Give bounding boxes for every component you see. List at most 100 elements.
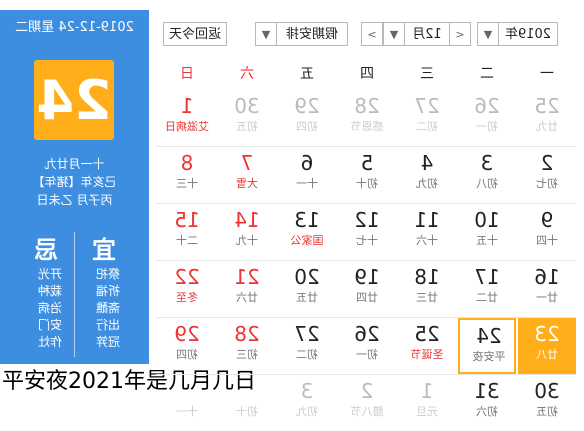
- day-cell[interactable]: 17 廿二: [458, 261, 516, 317]
- day-lunar-label: 冬至: [176, 291, 198, 304]
- next-month-icon[interactable]: >: [361, 22, 383, 46]
- day-number: 4: [420, 151, 434, 175]
- day-cell[interactable]: 28 感恩节: [338, 90, 396, 146]
- day-cell[interactable]: 13 国家公: [278, 204, 336, 260]
- month-dropdown-icon[interactable]: ▼: [383, 22, 405, 46]
- day-lunar-label: 十三: [176, 177, 198, 190]
- day-lunar-label: 初八: [476, 177, 498, 190]
- prev-month-icon[interactable]: <: [449, 22, 471, 46]
- day-cell[interactable]: 27 初二: [278, 318, 336, 374]
- weekday-header: 一 二 三 四 五 六 日: [156, 60, 576, 88]
- day-number: 20: [294, 265, 320, 289]
- day-number: 14: [234, 208, 260, 232]
- day-lunar-label: 腊八节: [350, 405, 384, 418]
- day-number: 12: [354, 208, 380, 232]
- day-cell[interactable]: 24 平安夜: [458, 318, 516, 374]
- year-dropdown-icon[interactable]: ▼: [477, 22, 499, 46]
- day-cell[interactable]: 11 十六: [398, 204, 456, 260]
- day-lunar-label: 廿八: [536, 348, 558, 361]
- day-cell[interactable]: 16 廿一: [518, 261, 576, 317]
- row-divider: [156, 203, 576, 204]
- day-number: 8: [180, 151, 194, 175]
- day-cell[interactable]: 8 十三: [158, 147, 216, 203]
- day-cell[interactable]: 18 廿三: [398, 261, 456, 317]
- day-number: 22: [174, 265, 200, 289]
- day-number: 26: [354, 322, 380, 346]
- day-cell[interactable]: 5 初十: [338, 147, 396, 203]
- weekday-sat: 六: [240, 66, 254, 82]
- day-lunar-label: 十九: [236, 234, 258, 247]
- day-cell[interactable]: 21 廿六: [218, 261, 276, 317]
- day-lunar-label: 初六: [476, 405, 498, 418]
- day-cell[interactable]: 12 十七: [338, 204, 396, 260]
- month-select[interactable]: 12月: [404, 22, 450, 46]
- day-lunar-label: 十六: [416, 234, 438, 247]
- day-lunar-label: 十一: [176, 405, 198, 418]
- day-cell[interactable]: 23 廿八: [518, 318, 576, 374]
- day-cell[interactable]: 31 初六: [458, 375, 516, 431]
- day-cell[interactable]: 9 十四: [518, 204, 576, 260]
- day-cell[interactable]: 1 元旦: [398, 375, 456, 431]
- holiday-dropdown-icon[interactable]: ▼: [255, 22, 277, 46]
- day-cell[interactable]: 22 冬至: [158, 261, 216, 317]
- row-divider: [156, 317, 576, 318]
- day-cell[interactable]: 3 初九: [278, 375, 336, 431]
- year-select[interactable]: 2019年: [498, 22, 558, 46]
- weekday-wed: 三: [420, 66, 434, 82]
- day-cell[interactable]: 25 圣诞节: [398, 318, 456, 374]
- day-lunar-label: 初四: [176, 348, 198, 361]
- day-cell[interactable]: 26 初一: [338, 318, 396, 374]
- day-cell[interactable]: 29 初四: [278, 90, 336, 146]
- day-lunar-label: 元旦: [416, 405, 438, 418]
- day-lunar-label: 初五: [236, 120, 258, 133]
- day-cell[interactable]: 27 初二: [398, 90, 456, 146]
- day-cell[interactable]: 15 二十: [158, 204, 216, 260]
- yi-list: 祭祀 祈福 斋醮 出行 冠笄: [88, 266, 128, 351]
- today-button[interactable]: 返回今天: [163, 22, 227, 46]
- day-lunar-label: 廿二: [476, 291, 498, 304]
- day-cell[interactable]: 19 廿四: [338, 261, 396, 317]
- day-cell[interactable]: 26 初一: [458, 90, 516, 146]
- ji-list: 开光 栽种 治病 安门 作灶: [30, 266, 70, 351]
- ji-item: 栽种: [38, 284, 63, 298]
- day-number: 27: [294, 322, 320, 346]
- day-lunar-label: 廿六: [236, 291, 258, 304]
- day-cell[interactable]: 20 廿五: [278, 261, 336, 317]
- yi-label: 宜: [92, 236, 116, 264]
- day-cell[interactable]: 6 十一: [278, 147, 336, 203]
- day-number: 5: [360, 151, 374, 175]
- day-cell[interactable]: 10 十五: [458, 204, 516, 260]
- day-number: 2: [360, 379, 374, 403]
- day-lunar-label: 十一: [296, 177, 318, 190]
- yi-item: 斋醮: [96, 301, 121, 315]
- day-lunar-label: 初十: [356, 177, 378, 190]
- day-number: 30: [534, 379, 560, 403]
- day-lunar-label: 平安夜: [472, 350, 506, 363]
- day-cell[interactable]: 25 廿九: [518, 90, 576, 146]
- day-number: 9: [540, 208, 554, 232]
- day-cell[interactable]: 2 初七: [518, 147, 576, 203]
- yi-item: 出行: [96, 318, 121, 332]
- holiday-select[interactable]: 假期安排: [276, 22, 348, 46]
- day-lunar-label: 艾滋病日: [165, 120, 209, 133]
- day-number: 27: [414, 94, 440, 118]
- day-number: 6: [300, 151, 314, 175]
- page-caption: 平安夜2021年是几月几日: [0, 364, 264, 400]
- day-number: 13: [294, 208, 320, 232]
- day-lunar-label: 初四: [296, 120, 318, 133]
- day-cell[interactable]: 30 初五: [218, 90, 276, 146]
- calendar-toolbar: 返回今天 ▼ 假期安排 > ▼ 12月 < ▼ 2019年: [149, 10, 584, 52]
- day-number: 2: [540, 151, 554, 175]
- day-cell[interactable]: 30 初五: [518, 375, 576, 431]
- day-number: 17: [474, 265, 500, 289]
- day-lunar-label: 廿一: [536, 291, 558, 304]
- weekday-mon: 一: [540, 66, 554, 82]
- day-cell[interactable]: 7 大雪: [218, 147, 276, 203]
- day-cell[interactable]: 4 初九: [398, 147, 456, 203]
- row-divider: [156, 146, 576, 147]
- day-cell[interactable]: 1 艾滋病日: [158, 90, 216, 146]
- day-cell[interactable]: 14 十九: [218, 204, 276, 260]
- day-cell[interactable]: 2 腊八节: [338, 375, 396, 431]
- day-lunar-label: 十四: [536, 234, 558, 247]
- day-cell[interactable]: 3 初八: [458, 147, 516, 203]
